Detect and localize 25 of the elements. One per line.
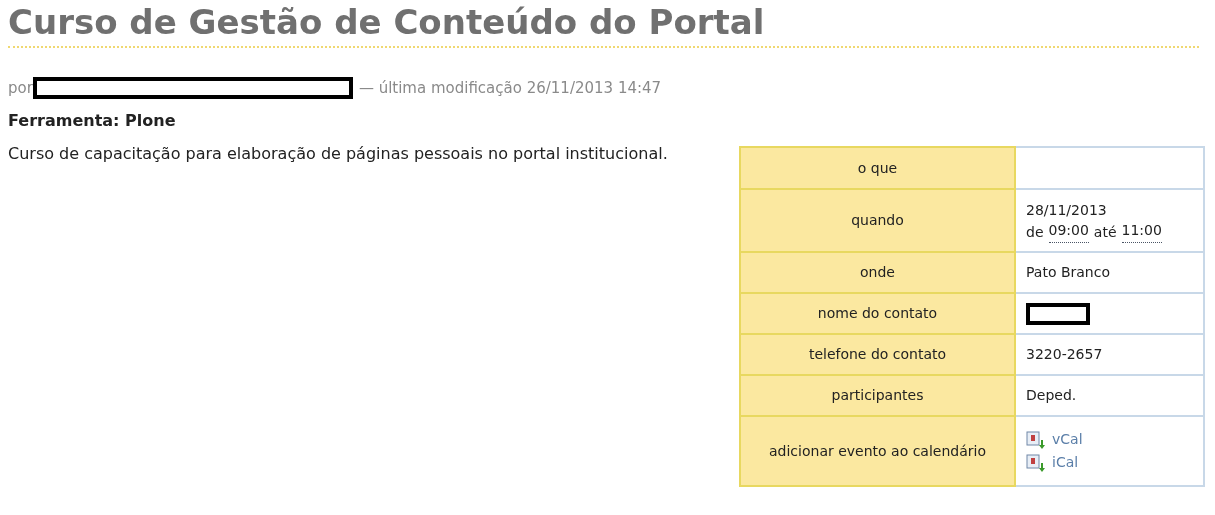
calendar-download-icon bbox=[1026, 429, 1046, 450]
start-time: 09:00 bbox=[1048, 220, 1089, 243]
field-label: adicionar evento ao calendário bbox=[740, 416, 1015, 486]
field-label: quando bbox=[740, 189, 1015, 252]
cell-value: Deped. bbox=[1026, 387, 1077, 403]
byline-modified: — última modificação 26/11/2013 14:47 bbox=[358, 77, 662, 99]
subtitle: Ferramenta: Plone bbox=[8, 110, 177, 132]
cell-value: 3220-2657 bbox=[1026, 346, 1103, 362]
field-label: nome do contato bbox=[740, 293, 1015, 334]
end-time: 11:00 bbox=[1121, 220, 1162, 243]
event-date: 28/11/2013 bbox=[1026, 200, 1108, 220]
calendar-download-icon bbox=[1026, 452, 1046, 473]
description: Curso de capacitação para elaboração de páginas pessoais no portal institucional. bbox=[8, 143, 669, 165]
from-word: de bbox=[1026, 222, 1044, 242]
byline-prefix: por bbox=[8, 77, 33, 99]
redaction-box bbox=[1026, 302, 1090, 325]
field-label: telefone do contato bbox=[740, 334, 1015, 375]
field-label: onde bbox=[740, 252, 1015, 293]
calendar-link[interactable]: vCal bbox=[1052, 429, 1083, 450]
to-word: até bbox=[1093, 222, 1117, 242]
field-label: o que bbox=[740, 147, 1015, 189]
field-label: participantes bbox=[740, 375, 1015, 416]
cell-value: Pato Branco bbox=[1026, 264, 1110, 280]
calendar-link[interactable]: iCal bbox=[1052, 452, 1079, 473]
page-title: Curso de Gestão de Conteúdo do Portal bbox=[8, 1, 766, 44]
